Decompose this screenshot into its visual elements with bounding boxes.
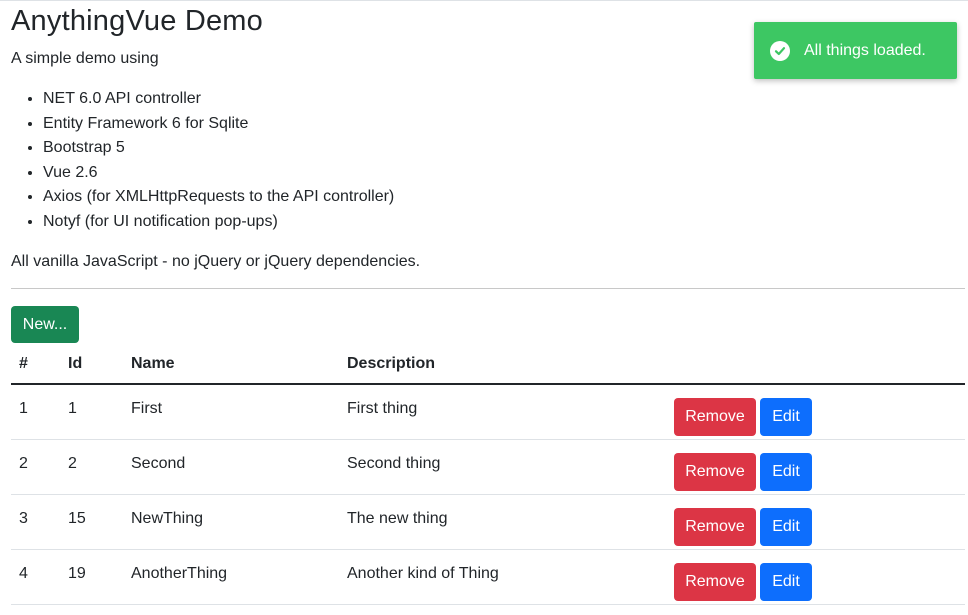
edit-button[interactable]: Edit (760, 453, 812, 491)
header-name: Name (123, 344, 339, 385)
cell-actions: Remove Edit (666, 384, 965, 440)
cell-num: 1 (11, 384, 60, 440)
edit-button[interactable]: Edit (760, 563, 812, 601)
tech-list-item: Entity Framework 6 for Sqlite (43, 112, 394, 137)
header-actions (666, 344, 965, 385)
table-row: 3 15 NewThing The new thing Remove Edit (11, 494, 965, 550)
table-row: 4 19 AnotherThing Another kind of Thing … (11, 549, 965, 605)
notification-toast[interactable]: All things loaded. (754, 22, 957, 79)
divider (11, 288, 965, 289)
cell-description: Second thing (339, 439, 666, 495)
remove-button[interactable]: Remove (674, 398, 756, 436)
header-id: Id (60, 344, 123, 385)
tech-list: NET 6.0 API controller Entity Framework … (11, 87, 394, 234)
cell-name: First (123, 384, 339, 440)
remove-button[interactable]: Remove (674, 563, 756, 601)
tech-list-item: Notyf (for UI notification pop-ups) (43, 210, 394, 235)
remove-button[interactable]: Remove (674, 508, 756, 546)
new-button[interactable]: New... (11, 306, 79, 343)
header-num: # (11, 344, 60, 385)
check-circle-icon (770, 40, 790, 61)
intro-text: A simple demo using (11, 50, 159, 67)
tech-list-item: Vue 2.6 (43, 161, 394, 186)
toast-message: All things loaded. (804, 41, 926, 59)
tech-list-item: Bootstrap 5 (43, 136, 394, 161)
cell-description: Another kind of Thing (339, 549, 666, 605)
page-title: AnythingVue Demo (11, 5, 263, 37)
header-description: Description (339, 344, 666, 385)
table-row: 2 2 Second Second thing Remove Edit (11, 439, 965, 495)
cell-num: 2 (11, 439, 60, 495)
cell-num: 4 (11, 549, 60, 605)
cell-actions: Remove Edit (666, 549, 965, 605)
vanilla-note: All vanilla JavaScript - no jQuery or jQ… (11, 253, 421, 270)
cell-name: NewThing (123, 494, 339, 550)
tech-list-item: NET 6.0 API controller (43, 87, 394, 112)
edit-button[interactable]: Edit (760, 508, 812, 546)
cell-description: First thing (339, 384, 666, 440)
cell-name: AnotherThing (123, 549, 339, 605)
table-header-row: # Id Name Description (11, 344, 965, 385)
cell-description: The new thing (339, 494, 666, 550)
things-table: # Id Name Description 1 1 First First th… (11, 344, 965, 605)
cell-actions: Remove Edit (666, 494, 965, 550)
cell-id: 1 (60, 384, 123, 440)
cell-id: 19 (60, 549, 123, 605)
cell-id: 15 (60, 494, 123, 550)
cell-name: Second (123, 439, 339, 495)
remove-button[interactable]: Remove (674, 453, 756, 491)
cell-num: 3 (11, 494, 60, 550)
tech-list-item: Axios (for XMLHttpRequests to the API co… (43, 185, 394, 210)
cell-actions: Remove Edit (666, 439, 965, 495)
top-border (0, 0, 968, 1)
edit-button[interactable]: Edit (760, 398, 812, 436)
table-row: 1 1 First First thing Remove Edit (11, 384, 965, 440)
cell-id: 2 (60, 439, 123, 495)
